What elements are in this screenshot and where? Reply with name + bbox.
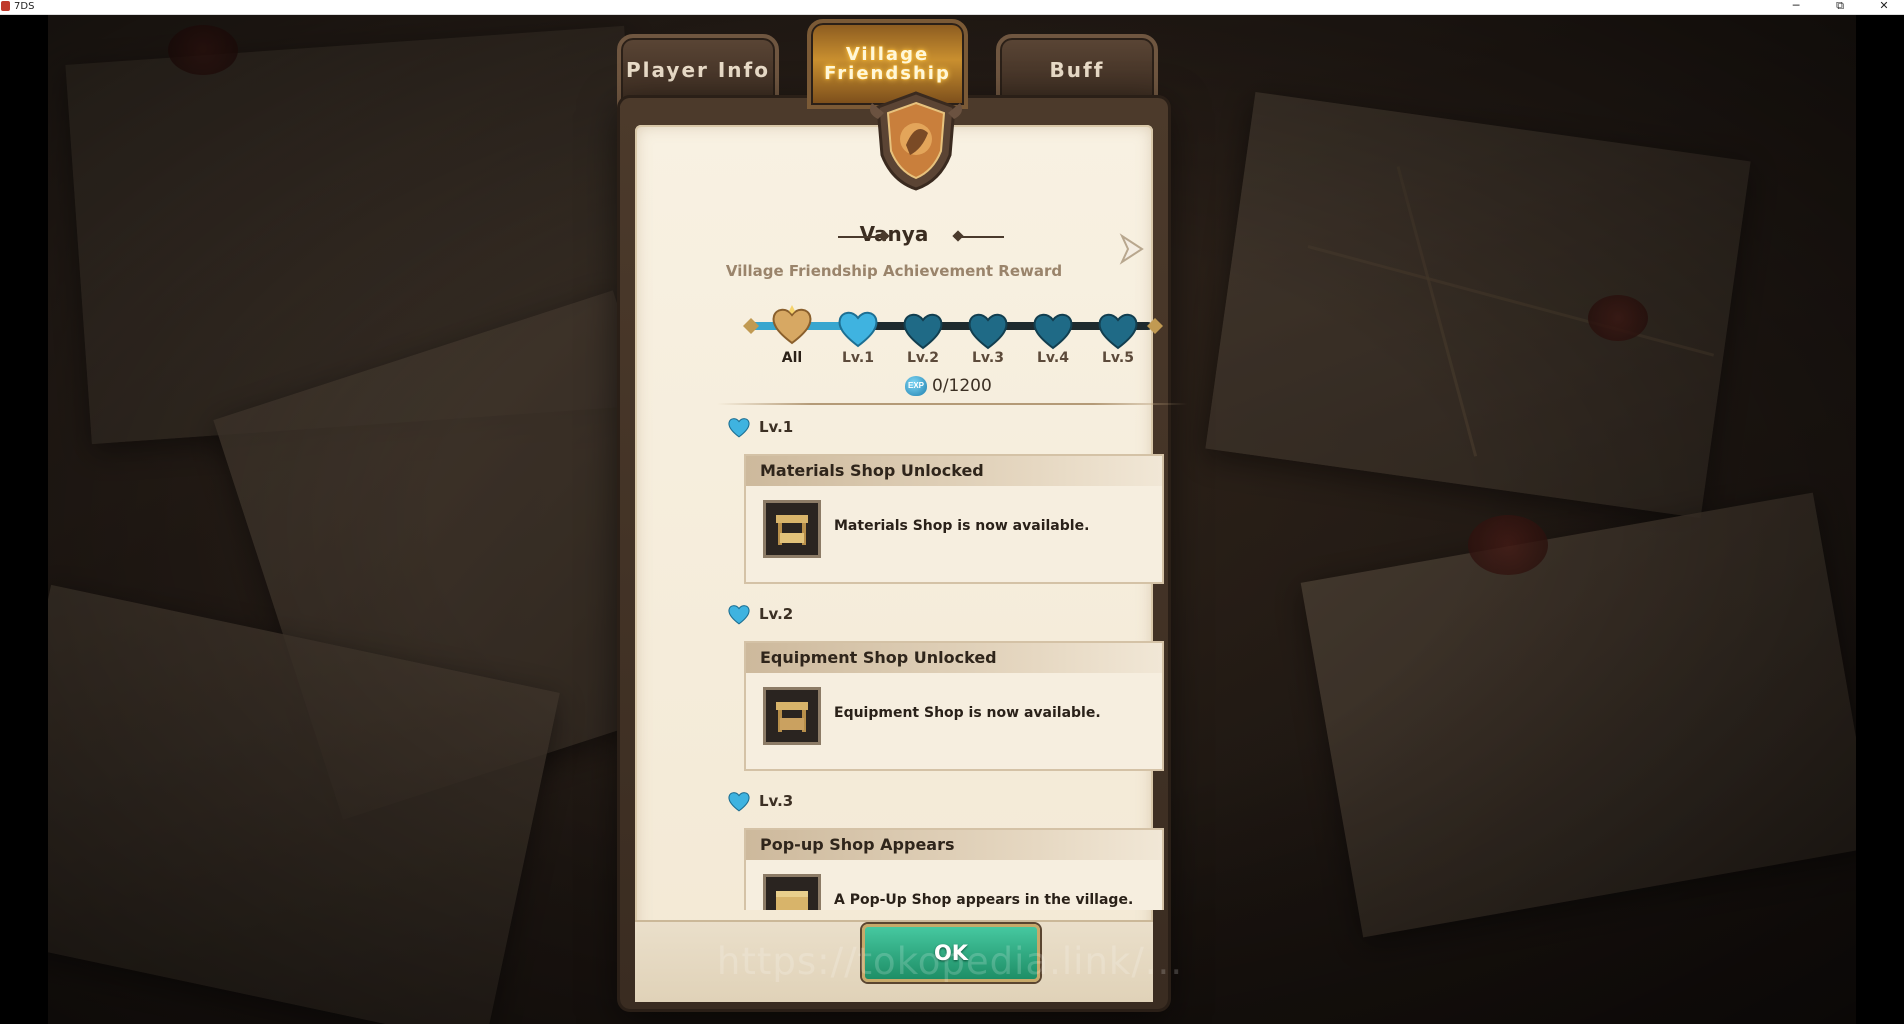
reward-title: Pop-up Shop Appears [746, 830, 1162, 860]
ok-button[interactable]: OK [862, 924, 1040, 982]
tab-player-info[interactable]: Player Info [617, 34, 779, 108]
level-4-heart-icon[interactable] [1031, 310, 1075, 350]
reward-list[interactable]: Lv.1 Materials Shop Unlocked Materials S… [717, 410, 1195, 910]
reward-title: Materials Shop Unlocked [746, 456, 1162, 486]
level-label-1[interactable]: Lv.1 [828, 350, 888, 366]
level-heart-icon [728, 605, 750, 625]
track-end-left-icon [743, 318, 759, 334]
village-emblem-icon [870, 91, 962, 191]
shop-stall-icon[interactable] [763, 500, 821, 558]
level-label-4[interactable]: Lv.4 [1023, 350, 1083, 366]
level-all-heart-icon[interactable] [770, 305, 814, 345]
exp-value: 0/1200 [932, 376, 992, 396]
reward-card: Materials Shop Unlocked Materials Shop i… [744, 454, 1164, 584]
app-icon [1, 1, 10, 11]
reward-level-label: Lv.2 [759, 605, 794, 623]
level-5-heart-icon[interactable] [1096, 310, 1140, 350]
tab-label-line2: Friendship [824, 63, 951, 84]
reward-level-header: Lv.1 [727, 414, 793, 440]
level-label-5[interactable]: Lv.5 [1088, 350, 1148, 366]
tab-label: Buff [1049, 58, 1105, 82]
character-name: Vanya [859, 222, 929, 246]
name-decoration-left [838, 236, 888, 238]
shop-stall-icon[interactable] [763, 687, 821, 745]
exp-progress: EXP 0/1200 [905, 374, 992, 398]
exp-heart-icon: EXP [905, 376, 927, 396]
character-name-row: Vanya [635, 222, 1153, 252]
tab-buff[interactable]: Buff [996, 34, 1158, 108]
track-end-right-icon [1147, 318, 1163, 334]
level-label-3[interactable]: Lv.3 [958, 350, 1018, 366]
name-decoration-right [954, 236, 1004, 238]
reward-description: Equipment Shop is now available. [834, 705, 1101, 721]
reward-level-label: Lv.3 [759, 792, 794, 810]
letterbox-right [1856, 15, 1904, 1024]
level-2-heart-icon[interactable] [901, 310, 945, 350]
level-heart-icon [728, 792, 750, 812]
level-1-heart-icon[interactable] [836, 308, 880, 348]
reward-description: Materials Shop is now available. [834, 518, 1090, 534]
tab-label-line1: Village [845, 44, 930, 65]
reward-level-header: Lv.3 [727, 788, 793, 814]
level-3-heart-icon[interactable] [966, 310, 1010, 350]
level-label-2[interactable]: Lv.2 [893, 350, 953, 366]
reward-description: A Pop-Up Shop appears in the village. [834, 892, 1134, 908]
close-button[interactable]: ✕ [1864, 0, 1904, 13]
window-titlebar: 7DS ─ ⧉ ✕ [0, 0, 1904, 15]
chest-icon[interactable] [763, 874, 821, 910]
minimize-button[interactable]: ─ [1776, 0, 1816, 13]
window-title: 7DS [14, 1, 35, 12]
section-divider [717, 403, 1187, 405]
next-character-arrow-icon[interactable] [1118, 232, 1146, 266]
tab-label: Player Info [626, 58, 770, 82]
restore-button[interactable]: ⧉ [1820, 0, 1860, 13]
reward-level-header: Lv.2 [727, 601, 793, 627]
reward-card: Equipment Shop Unlocked Equipment Shop i… [744, 641, 1164, 771]
level-heart-icon [728, 418, 750, 438]
reward-title: Equipment Shop Unlocked [746, 643, 1162, 673]
reward-level-label: Lv.1 [759, 418, 794, 436]
reward-subtitle: Village Friendship Achievement Reward [725, 262, 1063, 280]
level-label-all[interactable]: All [762, 350, 822, 366]
reward-card: Pop-up Shop Appears A Pop-Up Shop appear… [744, 828, 1164, 910]
